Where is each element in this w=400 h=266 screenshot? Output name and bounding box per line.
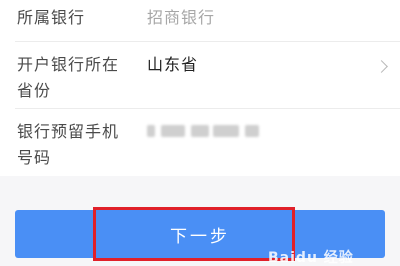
bank-value: 招商银行 [147, 8, 216, 27]
bank-row: 所属银行 招商银行 [0, 0, 400, 44]
province-label-line2: 省份 [17, 81, 52, 100]
province-label: 开户银行所在 省份 [17, 52, 125, 104]
chevron-right-icon [375, 60, 388, 73]
province-row[interactable]: 开户银行所在 省份 山东省 [0, 42, 400, 108]
phone-label-line2: 号码 [17, 148, 52, 167]
bank-label: 所属银行 [17, 8, 86, 27]
province-label-line1: 开户银行所在 [17, 55, 120, 74]
phone-label-line1: 银行预留手机 [17, 122, 120, 141]
phone-row[interactable]: 银行预留手机 号码 [0, 109, 400, 176]
phone-label: 银行预留手机 号码 [17, 119, 125, 171]
bank-card-form-page: 所属银行 招商银行 开户银行所在 省份 山东省 银行预留手机 号码 下一步 Ba… [0, 0, 400, 266]
watermark: Baidu 经验 [268, 250, 354, 266]
form-card: 所属银行 招商银行 开户银行所在 省份 山东省 银行预留手机 号码 [0, 0, 400, 176]
province-value: 山东省 [147, 55, 199, 74]
phone-value-blurred [147, 121, 262, 141]
